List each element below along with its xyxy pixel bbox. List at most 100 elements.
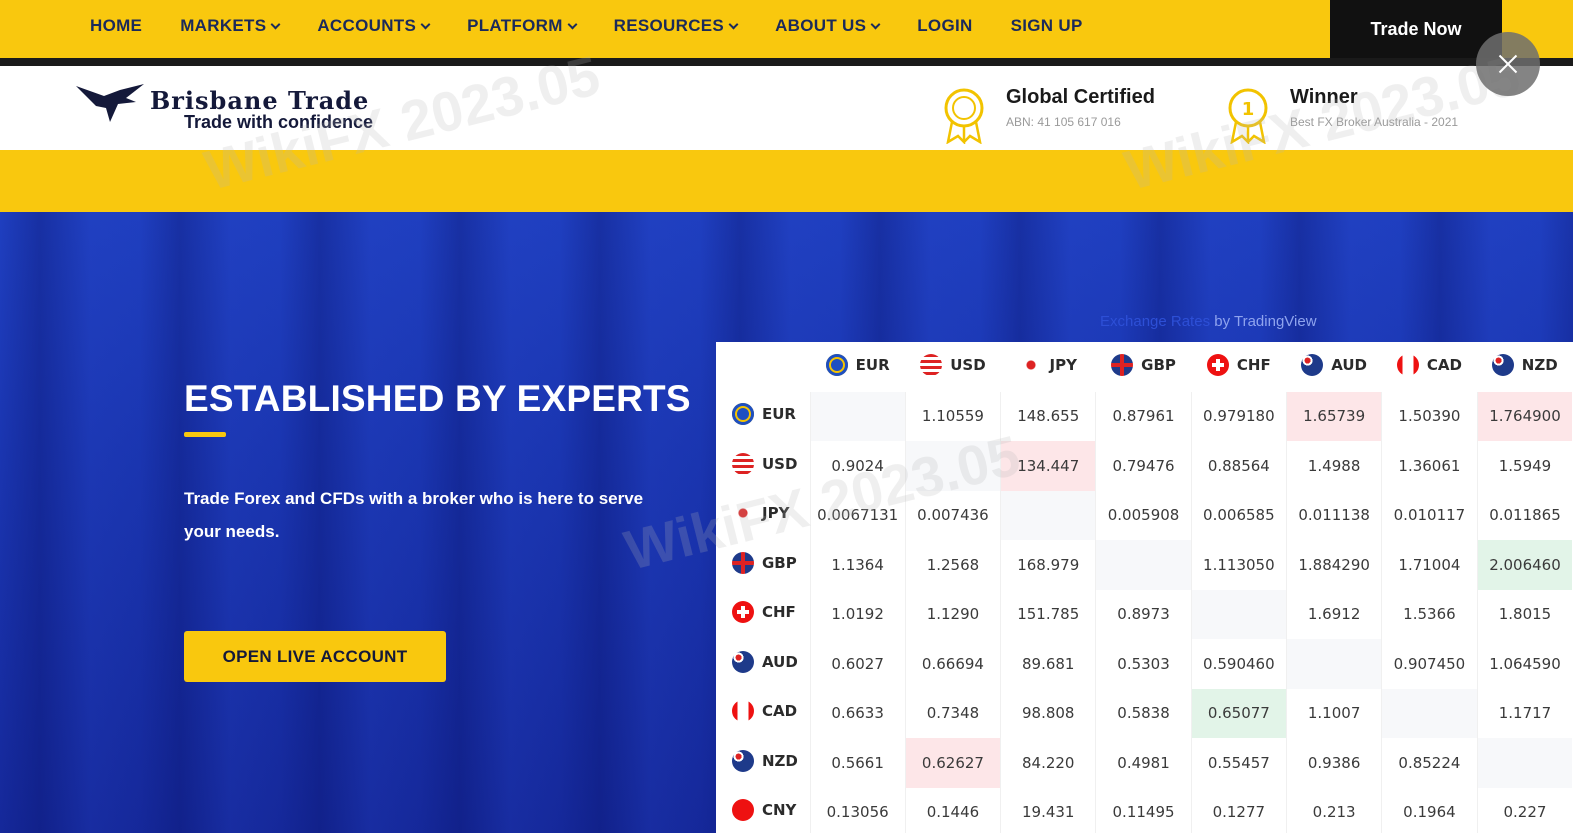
rate-cell[interactable]	[904, 441, 1001, 491]
rate-cell[interactable]: 0.6027	[809, 639, 906, 689]
logo-name: Brisbane Trade	[150, 86, 370, 115]
rate-cell[interactable]: 1.5949	[1476, 441, 1573, 491]
rate-cell[interactable]: 0.590460	[1190, 639, 1287, 689]
rate-cell[interactable]: 0.11495	[1095, 787, 1192, 833]
rate-cell[interactable]: 0.011138	[1285, 490, 1382, 540]
nav-item-login[interactable]: LOGIN	[917, 16, 972, 36]
rate-cell[interactable]: 0.87961	[1095, 391, 1192, 441]
rates-column-label: CHF	[1236, 355, 1271, 374]
rate-cell[interactable]	[1000, 490, 1096, 540]
rate-cell[interactable]: 1.8015	[1476, 589, 1573, 639]
rate-cell[interactable]: 0.62627	[904, 738, 1001, 788]
rate-cell[interactable]: 1.1290	[904, 589, 1001, 639]
rates-row-cny: CNY	[716, 788, 810, 833]
rate-cell[interactable]: 1.884290	[1285, 540, 1382, 590]
nzd-flag-icon	[732, 749, 754, 772]
rate-cell[interactable]: 151.785	[1000, 589, 1096, 639]
rate-cell[interactable]: 1.064590	[1476, 639, 1573, 689]
rate-cell[interactable]: 134.447	[1000, 441, 1096, 491]
rate-cell[interactable]: 0.85224	[1381, 738, 1478, 788]
rate-cell[interactable]: 0.5303	[1095, 639, 1192, 689]
open-live-account-button[interactable]: OPEN LIVE ACCOUNT	[184, 631, 446, 682]
rate-cell[interactable]: 0.1446	[904, 787, 1001, 833]
nav-item-about-us[interactable]: ABOUT US	[775, 16, 881, 36]
rate-cell[interactable]: 0.4981	[1095, 738, 1192, 788]
rate-cell[interactable]: 1.5366	[1381, 589, 1478, 639]
rate-cell[interactable]: 1.764900	[1476, 391, 1573, 441]
rates-body: EUR 1.10559 148.655 0.87961 0.979180 1.65739 1…	[716, 391, 1573, 833]
rate-cell[interactable]: 0.227	[1476, 787, 1573, 833]
aud-flag-icon	[732, 650, 754, 673]
rate-cell[interactable]: 1.10559	[904, 391, 1001, 441]
rate-cell[interactable]: 1.113050	[1190, 540, 1287, 590]
rate-cell[interactable]: 0.907450	[1381, 639, 1478, 689]
rate-cell[interactable]: 0.55457	[1190, 738, 1287, 788]
rate-cell[interactable]: 0.66694	[904, 639, 1001, 689]
usd-flag-icon	[920, 353, 943, 376]
rates-row-label: GBP	[762, 553, 797, 572]
rate-cell[interactable]: 148.655	[1000, 391, 1096, 441]
exchange-rates-link[interactable]: Exchange Rates	[1100, 313, 1210, 330]
rate-cell[interactable]: 1.36061	[1381, 441, 1478, 491]
rate-cell[interactable]: 0.979180	[1190, 391, 1287, 441]
rate-cell[interactable]: 1.1717	[1476, 688, 1573, 738]
rates-column-label: JPY	[1049, 355, 1077, 374]
rate-cell[interactable]: 84.220	[1000, 738, 1096, 788]
rate-cell[interactable]: 0.6633	[809, 688, 906, 738]
chf-flag-icon	[1206, 353, 1229, 376]
rate-cell[interactable]	[809, 391, 906, 441]
rate-cell[interactable]: 0.0067131	[809, 490, 906, 540]
nav-item-resources[interactable]: RESOURCES	[614, 16, 739, 36]
rate-cell[interactable]: 1.4988	[1285, 441, 1382, 491]
rate-cell[interactable]: 0.13056	[809, 787, 906, 833]
rate-cell[interactable]: 1.50390	[1381, 391, 1478, 441]
nav-item-home[interactable]: HOME	[90, 16, 142, 36]
nav-item-sign-up[interactable]: SIGN UP	[1011, 16, 1083, 36]
rate-cell[interactable]: 0.006585	[1190, 490, 1287, 540]
rate-cell[interactable]: 0.5661	[809, 738, 906, 788]
rates-row-eur: EUR	[716, 392, 810, 442]
table-row: GBP 1.1364 1.2568 168.979 1.113050 1.884290 1.…	[716, 540, 1573, 590]
rate-cell[interactable]: 168.979	[1000, 540, 1096, 590]
rate-cell[interactable]	[1095, 540, 1192, 590]
rate-cell[interactable]	[1476, 738, 1573, 788]
rate-cell[interactable]: 1.1007	[1285, 688, 1382, 738]
rate-cell[interactable]: 0.7348	[904, 688, 1001, 738]
rate-cell[interactable]: 0.007436	[904, 490, 1001, 540]
rates-row-cad: CAD	[716, 689, 810, 739]
rate-cell[interactable]: 0.9386	[1285, 738, 1382, 788]
rate-cell[interactable]: 0.005908	[1095, 490, 1192, 540]
nav-item-accounts[interactable]: ACCOUNTS	[317, 16, 431, 36]
rate-cell[interactable]: 19.431	[1000, 787, 1096, 833]
rates-row-header: GBP	[732, 551, 797, 574]
rate-cell[interactable]: 1.65739	[1285, 391, 1382, 441]
rate-cell[interactable]: 0.1277	[1190, 787, 1287, 833]
trade-now-button[interactable]: Trade Now	[1330, 0, 1502, 58]
rate-cell[interactable]: 89.681	[1000, 639, 1096, 689]
close-button[interactable]	[1476, 32, 1540, 96]
svg-text:1: 1	[1242, 99, 1255, 120]
rate-cell[interactable]: 0.79476	[1095, 441, 1192, 491]
rate-cell[interactable]: 0.213	[1285, 787, 1382, 833]
rate-cell[interactable]: 1.6912	[1285, 589, 1382, 639]
nav-item-markets[interactable]: MARKETS	[180, 16, 281, 36]
rate-cell[interactable]	[1285, 639, 1382, 689]
rate-cell[interactable]: 98.808	[1000, 688, 1096, 738]
nav-item-platform[interactable]: PLATFORM	[467, 16, 578, 36]
rate-cell[interactable]: 0.88564	[1190, 441, 1287, 491]
rate-cell[interactable]: 0.011865	[1476, 490, 1573, 540]
rate-cell[interactable]: 1.71004	[1381, 540, 1478, 590]
rate-cell[interactable]: 0.65077	[1190, 688, 1287, 738]
rate-cell[interactable]: 0.8973	[1095, 589, 1192, 639]
rates-row-header: USD	[732, 452, 797, 475]
rate-cell[interactable]	[1381, 688, 1478, 738]
rate-cell[interactable]: 0.9024	[809, 441, 906, 491]
rate-cell[interactable]	[1190, 589, 1287, 639]
rate-cell[interactable]: 1.0192	[809, 589, 906, 639]
rate-cell[interactable]: 0.010117	[1381, 490, 1478, 540]
rate-cell[interactable]: 1.1364	[809, 540, 906, 590]
rate-cell[interactable]: 0.1964	[1381, 787, 1478, 833]
rate-cell[interactable]: 0.5838	[1095, 688, 1192, 738]
rate-cell[interactable]: 1.2568	[904, 540, 1001, 590]
rate-cell[interactable]: 2.006460	[1476, 540, 1573, 590]
